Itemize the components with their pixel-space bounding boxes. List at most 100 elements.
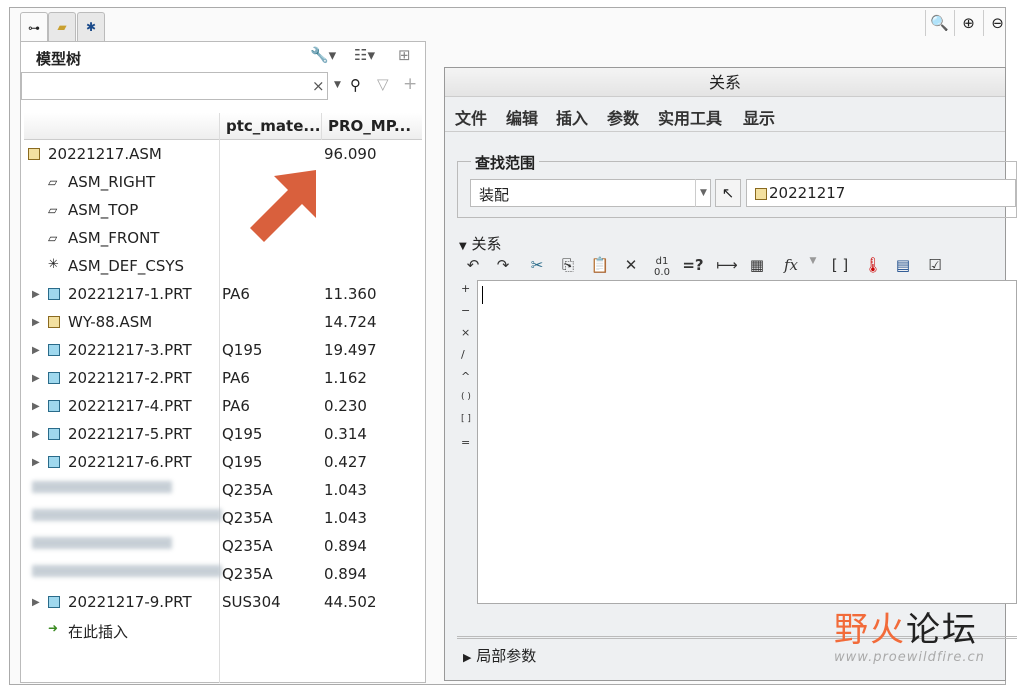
part-icon [48, 428, 60, 440]
tree-row[interactable]: ✳ ASM_DEF_CSYS [24, 252, 422, 280]
relations-section-toggle[interactable]: ▼ 关系 [459, 233, 502, 254]
sort-icon[interactable]: ▦ [745, 256, 769, 274]
show-dims-icon[interactable]: ▤ [891, 256, 915, 274]
tree-row[interactable]: ▱ ASM_RIGHT [24, 168, 422, 196]
row-mass: 0.894 [324, 565, 367, 583]
clear-icon[interactable]: × [312, 77, 325, 95]
expand-icon[interactable]: ▶ [32, 317, 40, 328]
divide-symbol[interactable]: / [461, 348, 465, 361]
undo-icon[interactable]: ↶ [461, 256, 485, 274]
menu-edit[interactable]: 编辑 [506, 105, 538, 129]
column-header: ptc_mate... PRO_MP... [24, 113, 422, 140]
function-dropdown-icon[interactable]: ▼ [801, 256, 825, 266]
redacted-name [32, 565, 222, 577]
zoom-out-icon: ⊖ [991, 14, 1004, 32]
tree-row[interactable]: ▶ WY-88.ASM 14.724 [24, 308, 422, 336]
column-material[interactable]: ptc_mate... [226, 117, 321, 135]
tree-row[interactable]: ▶ 20221217-2.PRT PA6 1.162 [24, 364, 422, 392]
minus-symbol[interactable]: − [461, 304, 470, 317]
model-field[interactable]: 20221217 [746, 179, 1016, 207]
parentheses-symbol[interactable]: ( ) [461, 392, 471, 402]
function-icon[interactable]: fx [779, 256, 803, 274]
delete-icon[interactable]: ✕ [619, 256, 643, 274]
redacted-name [32, 537, 172, 549]
tree-row[interactable]: ▶ 20221217-9.PRT SUS304 44.502 [24, 588, 422, 616]
copy-icon[interactable]: ⎘ [556, 256, 580, 274]
search-dropdown-icon[interactable]: ▼ [334, 80, 341, 90]
tab-favorites[interactable]: ✱ [77, 12, 105, 41]
expand-icon[interactable]: ▶ [32, 597, 40, 608]
part-icon [48, 456, 60, 468]
zoom-out-button[interactable]: ⊖ [983, 10, 1011, 36]
tree-search-input[interactable] [21, 72, 328, 100]
tree-row[interactable]: Q235A 1.043 [24, 504, 422, 532]
multiply-symbol[interactable]: × [461, 326, 470, 339]
relations-label: 关系 [471, 235, 502, 253]
plus-symbol[interactable]: + [461, 282, 470, 295]
scope-select[interactable]: 装配 [470, 179, 711, 207]
select-pointer-button[interactable]: ↖ [715, 179, 741, 207]
row-name: ASM_DEF_CSYS [68, 257, 185, 275]
tree-row[interactable]: ▶ 20221217-1.PRT PA6 11.360 [24, 280, 422, 308]
local-params-toggle[interactable]: ▶ 局部参数 [463, 645, 536, 666]
row-material: Q195 [222, 453, 263, 471]
menu-display[interactable]: 显示 [743, 105, 775, 129]
expand-icon[interactable]: ▶ [32, 401, 40, 412]
tree-row[interactable]: ▱ ASM_TOP [24, 196, 422, 224]
tree-row[interactable]: ▱ ASM_FRONT [24, 224, 422, 252]
expand-icon[interactable]: ▶ [32, 429, 40, 440]
brackets-symbol[interactable]: [ ] [461, 414, 471, 424]
row-material: Q195 [222, 341, 263, 359]
brackets-icon[interactable]: [ ] [828, 256, 852, 274]
relations-dialog: 关系 文件 编辑 插入 参数 实用工具 显示 查找范围 装配 ▼ ↖ 20221… [444, 67, 1017, 681]
binoculars-icon[interactable]: ⚲ [350, 76, 361, 94]
tree-row[interactable]: ➜ 在此插入 [24, 616, 422, 644]
chevron-down-icon[interactable]: ▼ [695, 179, 711, 207]
tree-row[interactable]: Q235A 0.894 [24, 560, 422, 588]
row-mass: 1.043 [324, 481, 367, 499]
tab-folder-browser[interactable]: ▰ [48, 12, 76, 41]
tree-row[interactable]: ▶ 20221217-5.PRT Q195 0.314 [24, 420, 422, 448]
row-name: ASM_TOP [68, 201, 139, 219]
zoom-fit-button[interactable]: 🔍 [925, 10, 953, 36]
dimension-icon[interactable]: ⟼ [715, 256, 739, 274]
row-mass: 0.230 [324, 397, 367, 415]
row-material: Q235A [222, 509, 273, 527]
menu-insert[interactable]: 插入 [556, 105, 588, 129]
expand-icon[interactable]: ▶ [32, 457, 40, 468]
power-symbol[interactable]: ^ [461, 370, 470, 383]
expand-icon[interactable]: ▶ [32, 373, 40, 384]
redo-icon[interactable]: ↷ [491, 256, 515, 274]
row-name: 在此插入 [68, 623, 129, 641]
equals-symbol[interactable]: = [461, 436, 470, 449]
relations-editor[interactable] [477, 280, 1017, 604]
add-icon[interactable]: + [403, 74, 417, 94]
tools-icon[interactable]: 🔧▾ [310, 46, 336, 64]
arrow-annotation-icon [250, 170, 316, 242]
menu-utilities[interactable]: 实用工具 [658, 105, 722, 129]
tab-model-tree[interactable]: ⊶ [20, 12, 48, 42]
show-hide-tree-icon[interactable]: ⊞ [398, 46, 411, 64]
expand-icon[interactable]: ▶ [32, 289, 40, 300]
zoom-in-button[interactable]: ⊕ [954, 10, 982, 36]
evaluate-icon[interactable]: =? [681, 256, 705, 274]
check-icon[interactable]: ☑ [923, 256, 947, 274]
menu-parameters[interactable]: 参数 [607, 105, 639, 129]
cut-icon[interactable]: ✂ [525, 256, 549, 274]
tree-row[interactable]: Q235A 1.043 [24, 476, 422, 504]
row-material: PA6 [222, 397, 250, 415]
tree-row[interactable]: ▶ 20221217-3.PRT Q195 19.497 [24, 336, 422, 364]
tree-row[interactable]: Q235A 0.894 [24, 532, 422, 560]
tree-row[interactable]: ▶ 20221217-4.PRT PA6 0.230 [24, 392, 422, 420]
menu-file[interactable]: 文件 [455, 105, 487, 129]
units-icon[interactable]: d1 0.0 [650, 256, 674, 278]
settings-list-icon[interactable]: ☷▾ [354, 46, 375, 64]
tree-row[interactable]: ▶ 20221217-6.PRT Q195 0.427 [24, 448, 422, 476]
expand-icon[interactable]: ▶ [32, 345, 40, 356]
column-mass[interactable]: PRO_MP... [328, 117, 411, 135]
verify-icon[interactable]: 🌡 [861, 256, 885, 274]
filter-icon[interactable]: ▽ [377, 75, 389, 93]
row-material: SUS304 [222, 593, 281, 611]
paste-icon[interactable]: 📋 [588, 256, 612, 274]
tree-row[interactable]: 20221217.ASM 96.090 [24, 140, 422, 168]
